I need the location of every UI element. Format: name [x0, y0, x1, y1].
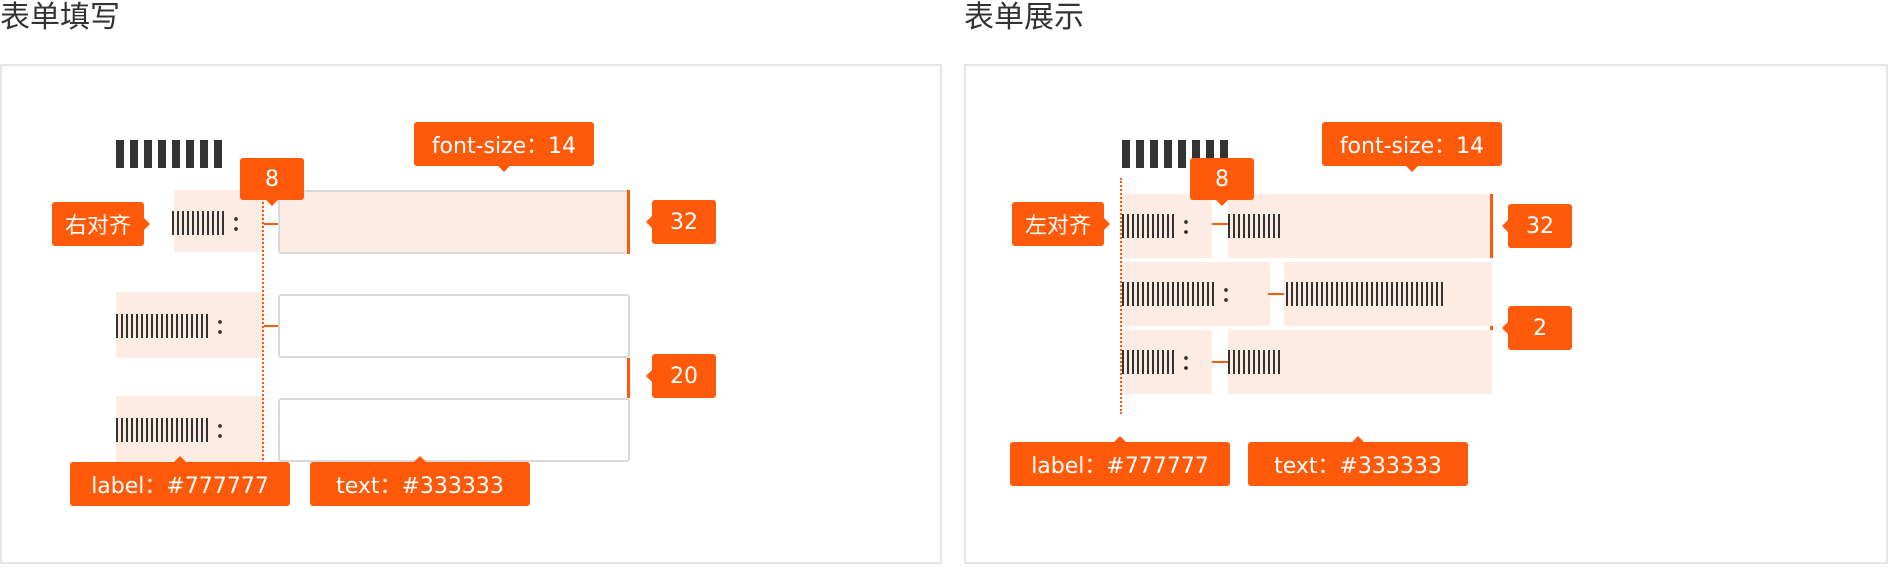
gap-marker [264, 325, 278, 327]
height-marker [627, 190, 630, 254]
form-fill-title: 表单填写 [0, 0, 120, 35]
text-input[interactable] [278, 294, 630, 358]
gap-marker [1212, 361, 1228, 363]
text-input[interactable] [278, 190, 630, 254]
display-text [1228, 350, 1283, 374]
text-color-tag: text：#333333 [310, 456, 530, 506]
spacing-tag: 2 [1502, 306, 1572, 350]
alignment-guide [1120, 178, 1122, 414]
left-align-tag: 左对齐 [1012, 202, 1110, 246]
display-text [1286, 282, 1446, 306]
form-display-title: 表单展示 [964, 0, 1084, 35]
right-align-tag: 右对齐 [52, 202, 150, 246]
gap-marker [1212, 223, 1228, 225]
form-label: ： [1122, 282, 1241, 306]
form-label: ： [1122, 214, 1201, 238]
label-color-tag: label：#777777 [1010, 436, 1230, 486]
gap-tag: 8 [1190, 158, 1254, 206]
gap-tag: 8 [240, 158, 304, 206]
height-marker [1490, 194, 1493, 258]
form-label: ： [172, 211, 251, 235]
gap-marker [1268, 293, 1284, 295]
form-label: ： [116, 418, 235, 442]
spacing-tag: 20 [646, 354, 716, 398]
height-tag: 32 [1502, 204, 1572, 248]
section-heading-placeholder [116, 140, 222, 168]
form-label: ： [1122, 350, 1201, 374]
gap-marker [264, 223, 278, 225]
text-input[interactable] [278, 398, 630, 462]
font-size-tag: font-size：14 [414, 122, 594, 172]
display-text [1228, 214, 1283, 238]
alignment-guide [262, 178, 264, 464]
label-color-tag: label：#777777 [70, 456, 290, 506]
spacing-marker [627, 358, 630, 398]
text-color-tag: text：#333333 [1248, 436, 1468, 486]
form-label: ： [116, 314, 235, 338]
height-tag: 32 [646, 200, 716, 244]
font-size-tag: font-size：14 [1322, 122, 1502, 172]
